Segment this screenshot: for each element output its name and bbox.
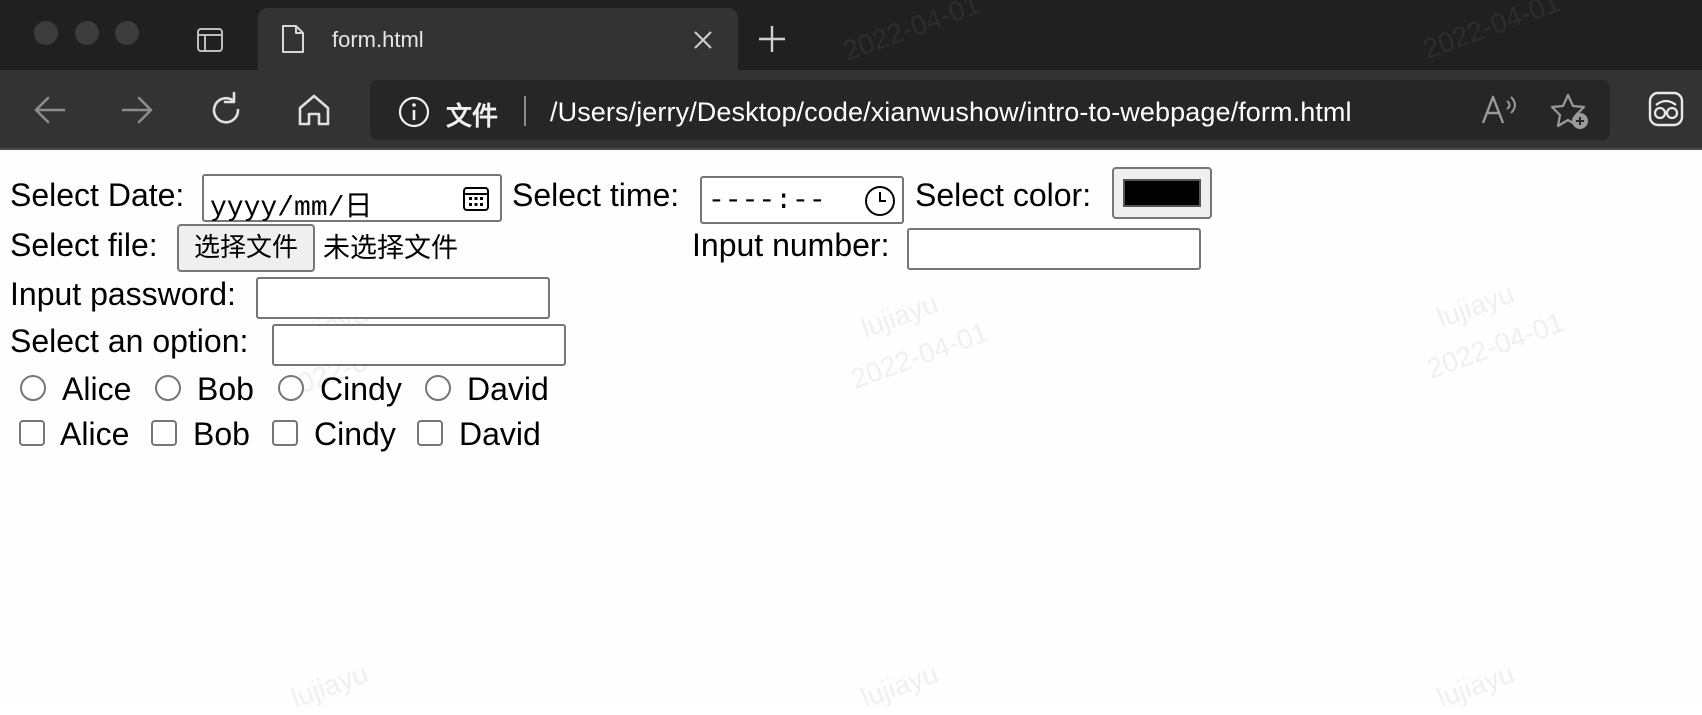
new-tab-icon[interactable] <box>757 24 787 54</box>
file-status: 未选择文件 <box>323 233 458 263</box>
date-input[interactable]: yyyy/mm/日 <box>202 174 502 224</box>
radio-label: Cindy <box>320 371 402 407</box>
watermark-text: lujiayu <box>856 657 943 714</box>
tab-bar: form.html 2022-04-01 2022-04-01 <box>0 0 1702 70</box>
checkbox-cindy[interactable] <box>272 420 298 446</box>
url-text[interactable]: /Users/jerry/Desktop/code/xianwushow/int… <box>550 97 1352 128</box>
radio-cindy[interactable] <box>278 375 304 401</box>
radio-alice[interactable] <box>20 375 46 401</box>
checkbox-bob[interactable] <box>151 420 177 446</box>
watermark-text: 2022-04-01 <box>838 0 985 67</box>
date-placeholder: yyyy/mm/日 <box>210 193 373 224</box>
checkbox-david[interactable] <box>417 420 443 446</box>
scheme-label: 文件 <box>446 101 499 131</box>
watermark-text: lujiayu <box>1432 277 1519 334</box>
watermark-text: 2022-04-01 <box>846 316 993 395</box>
home-icon[interactable] <box>294 90 334 130</box>
page-icon <box>280 24 306 54</box>
password-label: Input password: <box>10 276 236 312</box>
window-minimize-control[interactable] <box>75 21 99 45</box>
arrow-left-icon[interactable] <box>30 90 70 130</box>
checkbox-label: Cindy <box>314 416 396 452</box>
radio-label: Alice <box>62 371 132 407</box>
watermark-text: lujiayu <box>856 287 943 344</box>
radio-bob[interactable] <box>155 375 181 401</box>
window-close-control[interactable] <box>34 21 58 45</box>
password-input[interactable] <box>256 277 550 319</box>
reload-icon[interactable] <box>206 90 246 130</box>
page-content: lujiayu 2022-04-01 lujiayu 2022-04-01 lu… <box>0 150 1702 714</box>
watermark-text: 2022-04-01 <box>1422 306 1569 385</box>
calendar-icon[interactable] <box>462 184 490 212</box>
option-label: Select an option: <box>10 323 249 359</box>
radio-label: Bob <box>197 371 254 407</box>
color-swatch <box>1123 179 1201 207</box>
checkbox-alice[interactable] <box>19 420 45 446</box>
watermark-text: 2022-04-01 <box>1418 0 1565 65</box>
arrow-right-icon[interactable] <box>117 90 157 130</box>
checkbox-label: Alice <box>60 416 130 452</box>
address-bar[interactable]: 文件 /Users/jerry/Desktop/code/xianwushow/… <box>370 80 1610 140</box>
clock-icon[interactable] <box>864 185 896 217</box>
time-placeholder: ----:-- <box>708 186 826 217</box>
watermark-text: lujiayu <box>286 657 373 714</box>
color-picker[interactable] <box>1112 167 1212 219</box>
watermark-text: lujiayu <box>1432 657 1519 714</box>
date-label: Select Date: <box>10 177 185 213</box>
tab-title: form.html <box>332 27 424 52</box>
tab-actions-icon[interactable] <box>196 26 224 54</box>
choose-file-button[interactable]: 选择文件 <box>177 224 315 272</box>
close-icon[interactable] <box>692 29 714 51</box>
time-input[interactable]: ----:-- <box>700 176 904 224</box>
number-input[interactable] <box>907 228 1201 270</box>
address-divider <box>524 96 526 126</box>
add-favorite-icon[interactable] <box>1550 92 1590 130</box>
file-label: Select file: <box>10 227 158 263</box>
window-zoom-control[interactable] <box>115 21 139 45</box>
color-label: Select color: <box>915 177 1092 213</box>
checkbox-label: Bob <box>193 416 250 452</box>
number-label: Input number: <box>692 227 890 263</box>
profile-icon[interactable] <box>1648 91 1684 127</box>
active-tab[interactable]: form.html <box>258 8 738 70</box>
radio-david[interactable] <box>425 375 451 401</box>
radio-label: David <box>467 371 549 407</box>
time-label: Select time: <box>512 177 680 213</box>
checkbox-label: David <box>459 416 541 452</box>
browser-toolbar: 文件 /Users/jerry/Desktop/code/xianwushow/… <box>0 70 1702 150</box>
info-icon[interactable] <box>398 96 430 128</box>
option-input[interactable] <box>272 324 566 366</box>
read-aloud-icon[interactable] <box>1480 93 1520 127</box>
